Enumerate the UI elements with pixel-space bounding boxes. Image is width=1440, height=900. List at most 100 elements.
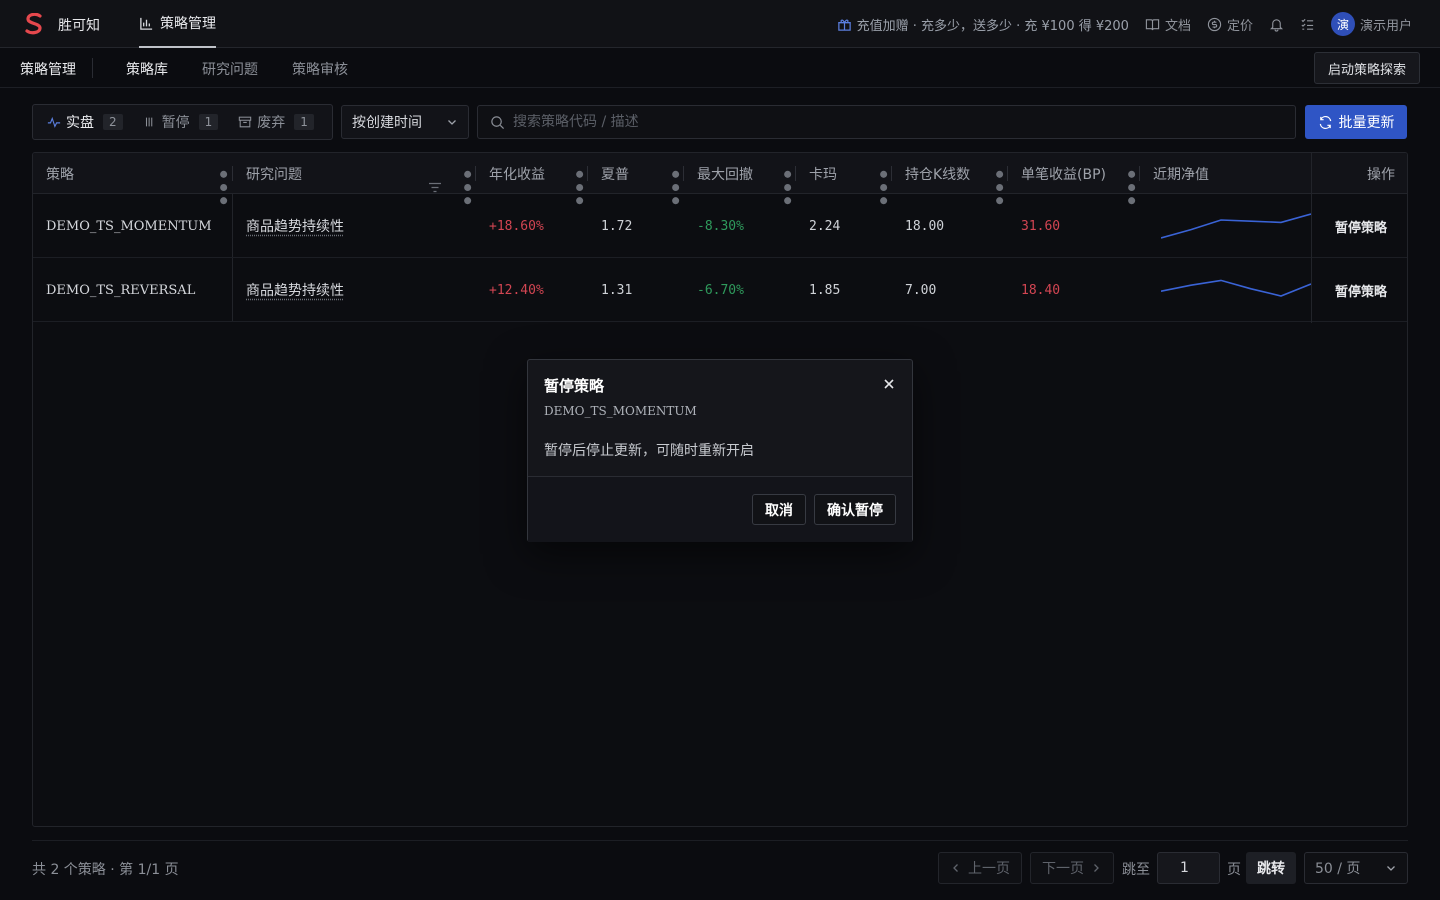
tab-strategy-library[interactable]: 策略库 bbox=[126, 59, 168, 79]
top-right-actions: 充值加赠 · 充多少，送多少 · 充 ¥100 得 ¥200 文档 定价 演 演… bbox=[837, 0, 1412, 48]
research-question-link[interactable]: 商品趋势持续性 bbox=[246, 216, 344, 236]
sort-value: 按创建时间 bbox=[352, 115, 422, 131]
col-question-label: 研究问题 bbox=[246, 166, 302, 183]
bell-icon[interactable] bbox=[1269, 17, 1284, 32]
pause-strategy-dialog: 暂停策略 DEMO_TS_MOMENTUM 暂停后停止更新，可随时重新开启 取消… bbox=[527, 359, 913, 542]
actions-column-divider bbox=[1311, 153, 1407, 323]
column-divider bbox=[1139, 166, 1140, 181]
research-question-link[interactable]: 商品趋势持续性 bbox=[246, 280, 344, 300]
col-max-drawdown[interactable]: 最大回撤 bbox=[697, 153, 753, 194]
promo-banner[interactable]: 充值加赠 · 充多少，送多少 · 充 ¥100 得 ¥200 bbox=[837, 15, 1129, 34]
col-calmar-label: 卡玛 bbox=[809, 166, 837, 183]
chevron-down-icon bbox=[448, 120, 456, 125]
col-strategy-label: 策略 bbox=[46, 166, 74, 183]
user-name: 演示用户 bbox=[1359, 18, 1412, 34]
jump-button[interactable]: 跳转 bbox=[1246, 852, 1296, 884]
divider bbox=[92, 58, 93, 78]
logo-icon[interactable] bbox=[24, 13, 44, 35]
cancel-button[interactable]: 取消 bbox=[752, 494, 806, 525]
col-holding-bars-label: 持仓K线数 bbox=[905, 166, 971, 183]
nav-sparkline bbox=[1161, 213, 1311, 239]
tab-research-questions[interactable]: 研究问题 bbox=[202, 59, 258, 79]
filter-live-label: 实盘 bbox=[66, 115, 94, 131]
filter-archived-label: 废弃 bbox=[257, 115, 286, 131]
user-menu[interactable]: 演 演示用户 bbox=[1330, 12, 1412, 36]
checklist-icon[interactable] bbox=[1300, 17, 1315, 32]
calmar-value: 1.85 bbox=[809, 282, 841, 298]
section-title: 策略管理 bbox=[20, 62, 76, 78]
bar-chart-icon bbox=[140, 17, 153, 30]
page-size-select[interactable]: 50 / 页 bbox=[1304, 852, 1408, 884]
table-row[interactable]: DEMO_TS_MOMENTUM 商品趋势持续性 +18.60% 1.72 -8… bbox=[33, 194, 1407, 258]
filter-live-count: 2 bbox=[103, 114, 123, 130]
dialog-title: 暂停策略 bbox=[544, 377, 605, 395]
table-row[interactable]: DEMO_TS_REVERSAL 商品趋势持续性 +12.40% 1.31 -6… bbox=[33, 258, 1407, 322]
col-holding-bars[interactable]: 持仓K线数 bbox=[905, 153, 970, 194]
sort-select[interactable]: 按创建时间 bbox=[341, 105, 469, 139]
col-calmar[interactable]: 卡玛 bbox=[809, 153, 837, 194]
launch-exploration-button[interactable]: 启动策略探索 bbox=[1314, 52, 1420, 84]
strategy-code[interactable]: DEMO_TS_MOMENTUM bbox=[46, 194, 212, 258]
jump-to-label: 跳至 bbox=[1122, 862, 1150, 878]
status-filter-group: 实盘 2 暂停 1 废弃 1 bbox=[32, 104, 333, 140]
book-icon bbox=[1145, 18, 1160, 30]
search-input[interactable] bbox=[513, 114, 1273, 130]
research-question-cell: 商品趋势持续性 bbox=[246, 258, 344, 322]
col-strategy[interactable]: 策略 bbox=[46, 153, 74, 194]
sharpe-value: 1.31 bbox=[601, 282, 633, 298]
chevron-left-icon bbox=[953, 864, 958, 872]
next-page-button[interactable]: 下一页 bbox=[1030, 852, 1114, 884]
close-icon[interactable] bbox=[882, 377, 896, 391]
nav-sparkline-line bbox=[1161, 213, 1311, 239]
sharpe-value: 1.72 bbox=[601, 218, 633, 234]
dialog-strategy-code: DEMO_TS_MOMENTUM bbox=[544, 404, 697, 418]
sub-nav: 策略管理 策略库 研究问题 策略审核 bbox=[0, 48, 1440, 88]
strategy-code[interactable]: DEMO_TS_REVERSAL bbox=[46, 258, 195, 322]
annual-return-value: +12.40% bbox=[489, 282, 544, 298]
col-recent-nav-label: 近期净值 bbox=[1153, 166, 1209, 183]
tab-strategy-review[interactable]: 策略审核 bbox=[292, 59, 348, 79]
next-page-label: 下一页 bbox=[1042, 861, 1084, 877]
filter-paused[interactable]: 暂停 1 bbox=[133, 108, 229, 136]
docs-link[interactable]: 文档 bbox=[1145, 15, 1191, 34]
col-per-trade-bp[interactable]: 单笔收益(BP) bbox=[1021, 153, 1106, 194]
divider bbox=[32, 840, 1408, 841]
refresh-icon bbox=[1319, 115, 1331, 129]
max-drawdown-value: -8.30% bbox=[697, 218, 744, 234]
pricing-link[interactable]: 定价 bbox=[1207, 15, 1253, 34]
page-number-input[interactable] bbox=[1157, 852, 1220, 884]
prev-page-label: 上一页 bbox=[968, 861, 1010, 877]
calmar-value: 2.24 bbox=[809, 218, 841, 234]
search-icon bbox=[491, 115, 505, 129]
col-sharpe-label: 夏普 bbox=[601, 166, 629, 183]
page-size-value: 50 / 页 bbox=[1315, 861, 1361, 877]
pause-icon bbox=[145, 117, 152, 127]
gift-icon bbox=[837, 19, 851, 31]
col-recent-nav[interactable]: 近期净值 bbox=[1153, 153, 1209, 194]
confirm-pause-button[interactable]: 确认暂停 bbox=[814, 494, 896, 525]
bulk-update-label: 批量更新 bbox=[1338, 115, 1395, 131]
chevron-right-icon bbox=[1094, 864, 1099, 872]
column-divider bbox=[1007, 166, 1008, 181]
filter-live[interactable]: 实盘 2 bbox=[37, 108, 133, 136]
col-annual-return[interactable]: 年化收益 bbox=[489, 153, 545, 194]
dollar-circle-icon bbox=[1207, 17, 1222, 31]
nav-sparkline bbox=[1161, 279, 1311, 297]
table-header: 策略 研究问题 年化收益 夏普 最大回撤 卡玛 持仓K线数 单笔收益(BP) 近… bbox=[33, 153, 1407, 205]
col-question[interactable]: 研究问题 bbox=[246, 153, 302, 194]
per-trade-bp-value: 18.40 bbox=[1021, 282, 1061, 298]
prev-page-button[interactable]: 上一页 bbox=[938, 852, 1022, 884]
holding-bars-value: 18.00 bbox=[905, 218, 945, 234]
nav-strategy-management[interactable]: 策略管理 bbox=[139, 0, 216, 48]
dialog-description: 暂停后停止更新，可随时重新开启 bbox=[544, 443, 754, 459]
filter-archived[interactable]: 废弃 1 bbox=[228, 108, 324, 136]
col-sharpe[interactable]: 夏普 bbox=[601, 153, 629, 194]
column-divider bbox=[891, 166, 892, 181]
app-name[interactable]: 胜可知 bbox=[58, 15, 100, 35]
column-divider bbox=[795, 166, 796, 181]
holding-bars-value: 7.00 bbox=[905, 282, 937, 298]
filter-archived-count: 1 bbox=[294, 114, 314, 130]
nav-sparkline-line bbox=[1161, 279, 1311, 297]
page-unit-label: 页 bbox=[1227, 862, 1241, 878]
bulk-update-button[interactable]: 批量更新 bbox=[1305, 105, 1407, 139]
